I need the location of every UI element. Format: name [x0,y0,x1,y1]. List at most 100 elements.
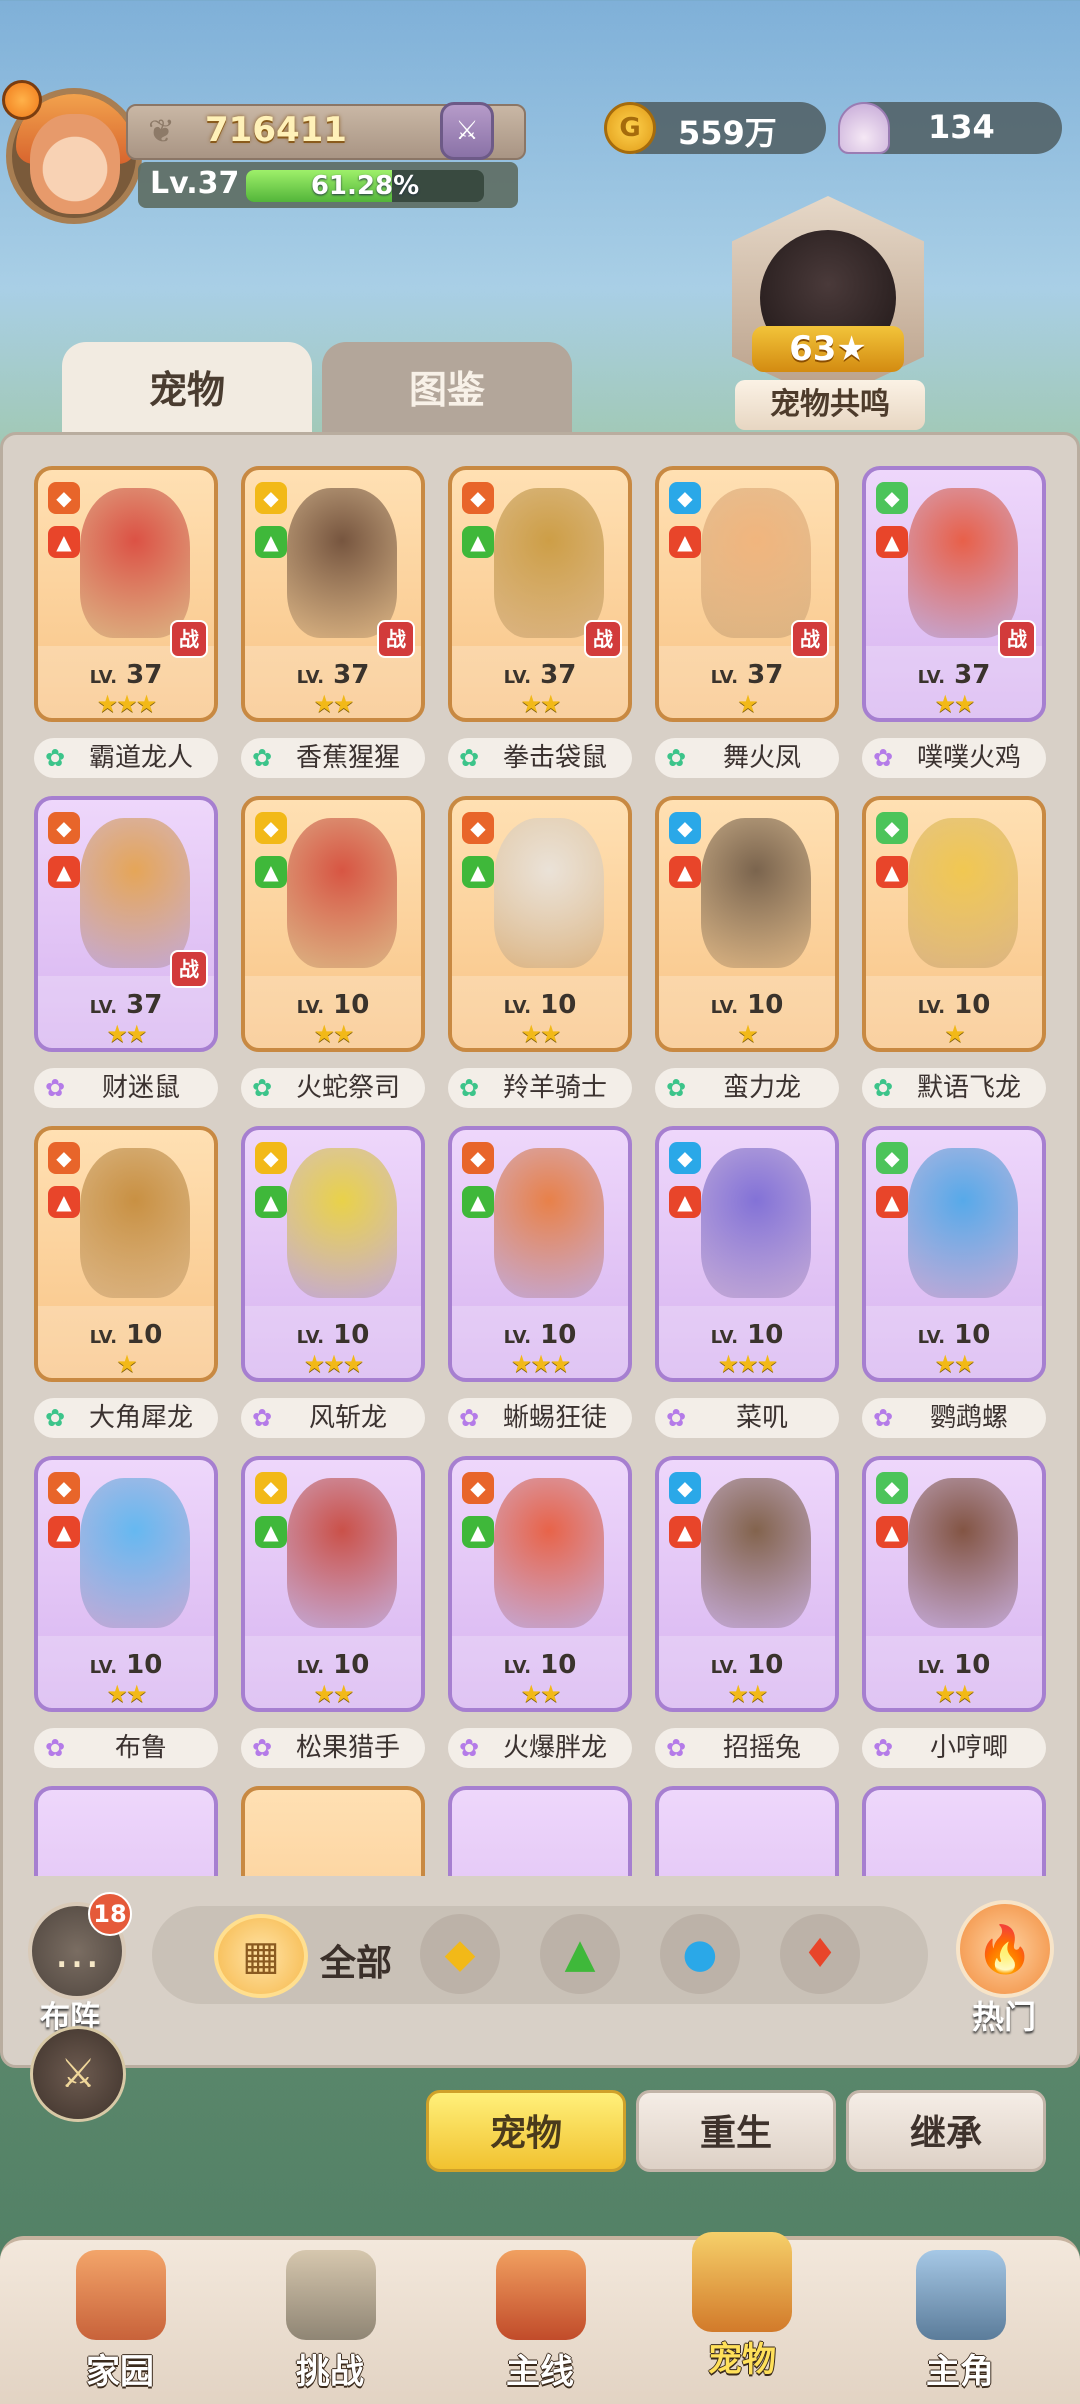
pet-name-label: ✿ 火爆胖龙 [448,1728,632,1768]
hot-flame-icon[interactable]: 🔥 [956,1900,1054,1998]
filter-fire-icon[interactable]: ♦ [780,1914,860,1994]
class-icon: ◆ [462,1472,494,1504]
pet-name-label: ✿ 蜥蜴狂徒 [448,1398,632,1438]
pet-card-partial[interactable] [448,1786,632,1876]
level-prefix: LV. [917,1657,946,1678]
level-prefix: LV. [710,667,739,688]
inherit-button[interactable]: 继承 [846,2090,1046,2172]
pet-card[interactable]: ◆ ▲ 战 LV. 37 ★★ [34,796,218,1052]
star-rating: ★★ [934,1350,975,1378]
paw-icon: ✿ [665,1404,687,1432]
filter-earth-icon[interactable]: ◆ [420,1914,500,1994]
pet-name: 香蕉猩猩 [295,743,400,773]
pet-name: 松果猎手 [295,1733,400,1763]
pet-card[interactable]: ◆ ▲ LV. 10 ★ [862,796,1046,1052]
paw-icon: ✿ [251,744,273,772]
class-icon: ◆ [669,1472,701,1504]
level-number: 10 [738,990,784,1020]
pet-name: 大角犀龙 [88,1403,193,1433]
pet-level: LV. 10 [659,990,835,1020]
pet-portrait [494,1478,604,1628]
pets-action-button[interactable]: 宠物 [426,2090,626,2172]
element-icon: ▲ [48,526,80,558]
level-number: 10 [117,1320,163,1350]
in-battle-badge: 战 [377,620,415,658]
resonance-label[interactable]: 宠物共鸣 [735,380,925,430]
power-detail-button[interactable]: ⚔ [440,102,494,160]
nav-hero-label: 主角 [926,2352,994,2392]
pet-card[interactable]: ◆ ▲ 战 LV. 37 ★ [655,466,839,722]
level-number: 10 [738,1320,784,1350]
pet-name-label: ✿ 鹦鹉螺 [862,1398,1046,1438]
pet-card[interactable]: ◆ ▲ 战 LV. 37 ★★ [862,466,1046,722]
pet-card[interactable]: ◆ ▲ LV. 10 ★ [34,1126,218,1382]
star-rating: ★★★ [510,1350,572,1378]
nav-mainline[interactable]: 主线 [470,2244,610,2394]
star-rating: ★★★ [717,1350,779,1378]
pet-card-partial[interactable] [241,1786,425,1876]
pet-card-partial[interactable] [34,1786,218,1876]
nav-challenge[interactable]: 挑战 [260,2244,400,2394]
level-number: 10 [945,1320,991,1350]
level-prefix: LV. [89,1657,118,1678]
pet-name: 布鲁 [114,1733,167,1763]
star-rating: ★ [737,1020,759,1048]
class-icon: ◆ [462,1142,494,1174]
tab-handbook[interactable]: 图鉴 [322,342,572,438]
nav-pets[interactable]: 宠物 [672,2226,812,2380]
pet-name: 羚羊骑士 [502,1073,607,1103]
pet-card[interactable]: ◆ ▲ 战 LV. 37 ★★ [241,466,425,722]
nav-hero[interactable]: 主角 [890,2244,1030,2394]
nav-mainline-label: 主线 [506,2352,574,2392]
level-prefix: LV. [296,667,325,688]
in-battle-badge: 战 [791,620,829,658]
paw-icon: ✿ [665,744,687,772]
hot-label[interactable]: 热门 [972,1992,1036,2038]
pet-card[interactable]: ◆ ▲ LV. 10 ★★ [655,1456,839,1712]
star-rating: ★★ [520,1020,561,1048]
pet-card[interactable]: ◆ ▲ LV. 10 ★★ [862,1456,1046,1712]
pet-card[interactable]: ◆ ▲ LV. 10 ★★★ [655,1126,839,1382]
class-icon: ◆ [876,1142,908,1174]
filter-all-label[interactable]: 全部 [320,1934,392,1986]
level-prefix: LV. [503,1657,532,1678]
class-icon: ◆ [255,812,287,844]
mainline-icon [496,2250,586,2340]
pet-grid[interactable]: ◆ ▲ 战 LV. 37 ★★★ ✿ 霸道龙人 ◆ ▲ 战 LV. 37 ★★ ✿ 香蕉猩猩 ◆ ▲ 战 LV. … [18,450,1062,1876]
pet-card[interactable]: ◆ ▲ LV. 10 ★★ [448,796,632,1052]
pet-card[interactable]: ◆ ▲ 战 LV. 37 ★★★ [34,466,218,722]
nav-pets-label: 宠物 [708,2340,776,2380]
class-icon: ◆ [462,482,494,514]
crossed-swords-icon[interactable]: ⚔ [30,2026,126,2122]
pet-card[interactable]: ◆ ▲ LV. 10 ★★★ [241,1126,425,1382]
pet-card[interactable]: ◆ ▲ LV. 10 ★★ [448,1456,632,1712]
in-battle-badge: 战 [170,950,208,988]
pet-card[interactable]: ◆ ▲ LV. 10 ★★ [34,1456,218,1712]
pet-card[interactable]: ◆ ▲ LV. 10 ★★★ [448,1126,632,1382]
pet-card[interactable]: ◆ ▲ LV. 10 ★★ [241,796,425,1052]
tab-pets[interactable]: 宠物 [62,342,312,438]
pet-portrait [701,1478,811,1628]
pet-card[interactable]: ◆ ▲ LV. 10 ★★ [862,1126,1046,1382]
pet-card[interactable]: ◆ ▲ LV. 10 ★★ [241,1456,425,1712]
pet-name-label: ✿ 舞火凤 [655,738,839,778]
pet-card-partial[interactable] [862,1786,1046,1876]
filter-water-icon[interactable]: ● [660,1914,740,1994]
filter-all-grid-icon[interactable]: ▦ [214,1914,308,1998]
pet-card[interactable]: ◆ ▲ LV. 10 ★ [655,796,839,1052]
pet-card[interactable]: ◆ ▲ 战 LV. 37 ★★ [448,466,632,722]
element-icon: ▲ [462,856,494,888]
class-icon: ◆ [48,1142,80,1174]
level-number: 10 [531,1650,577,1680]
pet-card-partial[interactable] [655,1786,839,1876]
pet-level: LV. 37 [245,660,421,690]
filter-wood-icon[interactable]: ▲ [540,1914,620,1994]
class-icon: ◆ [48,1472,80,1504]
level-number: 10 [945,1650,991,1680]
class-icon: ◆ [669,1142,701,1174]
paw-icon: ✿ [665,1734,687,1762]
nav-home[interactable]: 家园 [50,2244,190,2394]
pet-portrait [494,1148,604,1298]
rebirth-button[interactable]: 重生 [636,2090,836,2172]
exp-percent: 61.28% [310,171,420,201]
